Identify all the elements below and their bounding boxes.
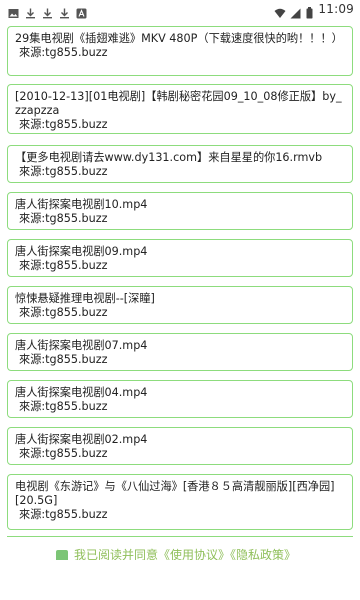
item-source: 來源:tg855.buzz — [19, 508, 108, 521]
wifi-icon — [274, 4, 286, 18]
download-icon — [59, 4, 70, 18]
status-time: 11:09 — [318, 2, 354, 16]
status-bar: 11:09 — [0, 0, 360, 18]
item-source: 來源:tg855.buzz — [19, 46, 108, 59]
item-title: 唐人街探案电视剧09.mp4 — [15, 245, 148, 258]
list-item[interactable]: [2010-12-13][01电视剧]【韩剧秘密花园09_10_08修正版】by… — [7, 84, 353, 134]
signal-icon — [290, 4, 301, 18]
item-source: 來源:tg855.buzz — [19, 306, 108, 319]
list-item[interactable]: 29集电视剧《插翅难逃》MKV 480P（下载速度很快的哟！！！） 來源:tg8… — [7, 26, 353, 76]
list-item[interactable]: 唐人街探案电视剧09.mp4 來源:tg855.buzz — [7, 239, 353, 277]
item-title: 唐人街探案电视剧07.mp4 — [15, 339, 148, 352]
battery-icon — [306, 4, 313, 18]
item-source: 來源:tg855.buzz — [19, 259, 108, 272]
item-source: 來源:tg855.buzz — [19, 353, 108, 366]
list-item[interactable]: 电视剧《东游记》与《八仙过海》[香港８５高清靓丽版][西净园][20.5G] 來… — [7, 474, 353, 530]
status-right-icons: 11:09 — [274, 2, 354, 18]
image-icon — [8, 4, 19, 18]
status-left-icons — [8, 4, 87, 18]
item-source: 來源:tg855.buzz — [19, 212, 108, 225]
item-title: 【更多电视剧请去www.dy131.com】来自星星的你16.rmvb — [15, 151, 323, 164]
item-source: 來源:tg855.buzz — [19, 447, 108, 460]
item-source: 來源:tg855.buzz — [19, 118, 108, 131]
item-title: 唐人街探案电视剧02.mp4 — [15, 433, 148, 446]
item-source: 來源:tg855.buzz — [19, 400, 108, 413]
item-title: 唐人街探案电视剧10.mp4 — [15, 198, 148, 211]
item-title: 29集电视剧《插翅难逃》MKV 480P（下载速度很快的哟！！！） — [15, 32, 343, 45]
agreement-checkbox[interactable] — [56, 550, 68, 560]
agreement-text[interactable]: 我已阅读并同意《使用协议》《隐私政策》 — [74, 548, 296, 560]
a-badge-icon — [76, 4, 87, 18]
item-title: 惊悚悬疑推理电视剧--[深瞳] — [15, 292, 155, 305]
item-source: 來源:tg855.buzz — [19, 165, 108, 178]
item-title: 唐人街探案电视剧04.mp4 — [15, 386, 148, 399]
list-item[interactable]: 【更多电视剧请去www.dy131.com】来自星星的你16.rmvb 來源:t… — [7, 145, 353, 183]
list-item[interactable]: 惊悚悬疑推理电视剧--[深瞳] 來源:tg855.buzz — [7, 286, 353, 324]
list-item[interactable]: 唐人街探案电视剧04.mp4 來源:tg855.buzz — [7, 380, 353, 418]
download-icon — [25, 4, 36, 18]
item-title: [2010-12-13][01电视剧]【韩剧秘密花园09_10_08修正版】by… — [15, 90, 342, 117]
download-icon — [42, 4, 53, 18]
list-item[interactable]: 唐人街探案电视剧02.mp4 來源:tg855.buzz — [7, 427, 353, 465]
list-item[interactable]: 唐人街探案电视剧10.mp4 來源:tg855.buzz — [7, 192, 353, 230]
list-item[interactable]: 唐人街探案电视剧07.mp4 來源:tg855.buzz — [7, 333, 353, 371]
agreement-row: 我已阅读并同意《使用协议》《隐私政策》 — [0, 548, 360, 560]
item-title: 电视剧《东游记》与《八仙过海》[香港８５高清靓丽版][西净园][20.5G] — [15, 480, 335, 507]
